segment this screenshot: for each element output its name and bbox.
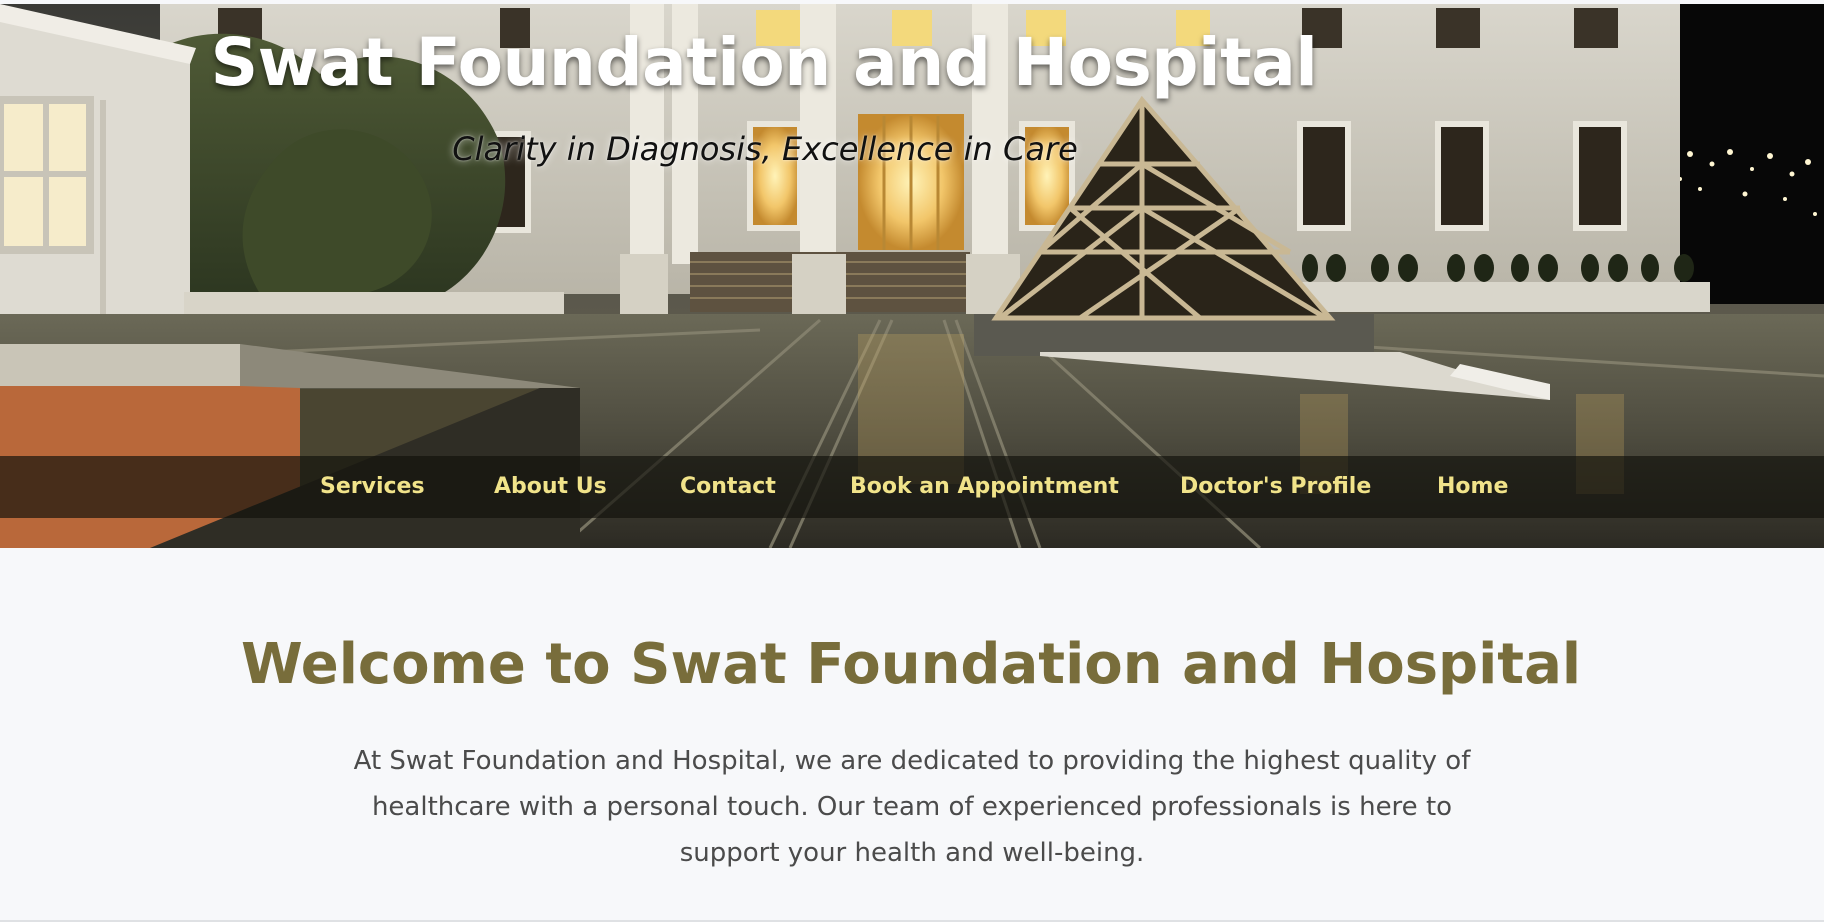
nav-item-contact[interactable]: Contact <box>680 456 776 518</box>
hero-banner: Swat Foundation and Hospital Clarity in … <box>0 4 1824 548</box>
nav-item-services[interactable]: Services <box>320 456 425 518</box>
nav-menu: Services About Us Contact Book an Appoin… <box>0 456 1824 518</box>
nav-item-about-us[interactable]: About Us <box>494 456 607 518</box>
welcome-heading: Welcome to Swat Foundation and Hospital <box>240 632 1582 697</box>
hero-tagline: Clarity in Diagnosis, Excellence in Care <box>452 130 1078 168</box>
nav-item-doctors-profile[interactable]: Doctor's Profile <box>1180 456 1371 518</box>
hero-title: Swat Foundation and Hospital <box>210 24 1318 101</box>
nav-item-book-appointment[interactable]: Book an Appointment <box>850 456 1119 518</box>
page: Swat Foundation and Hospital Clarity in … <box>0 0 1824 922</box>
welcome-paragraph: At Swat Foundation and Hospital, we are … <box>353 746 1471 868</box>
nav-item-home[interactable]: Home <box>1437 456 1508 518</box>
main-navigation: Services About Us Contact Book an Appoin… <box>0 456 1824 518</box>
welcome-section: Welcome to Swat Foundation and Hospital … <box>0 548 1824 920</box>
